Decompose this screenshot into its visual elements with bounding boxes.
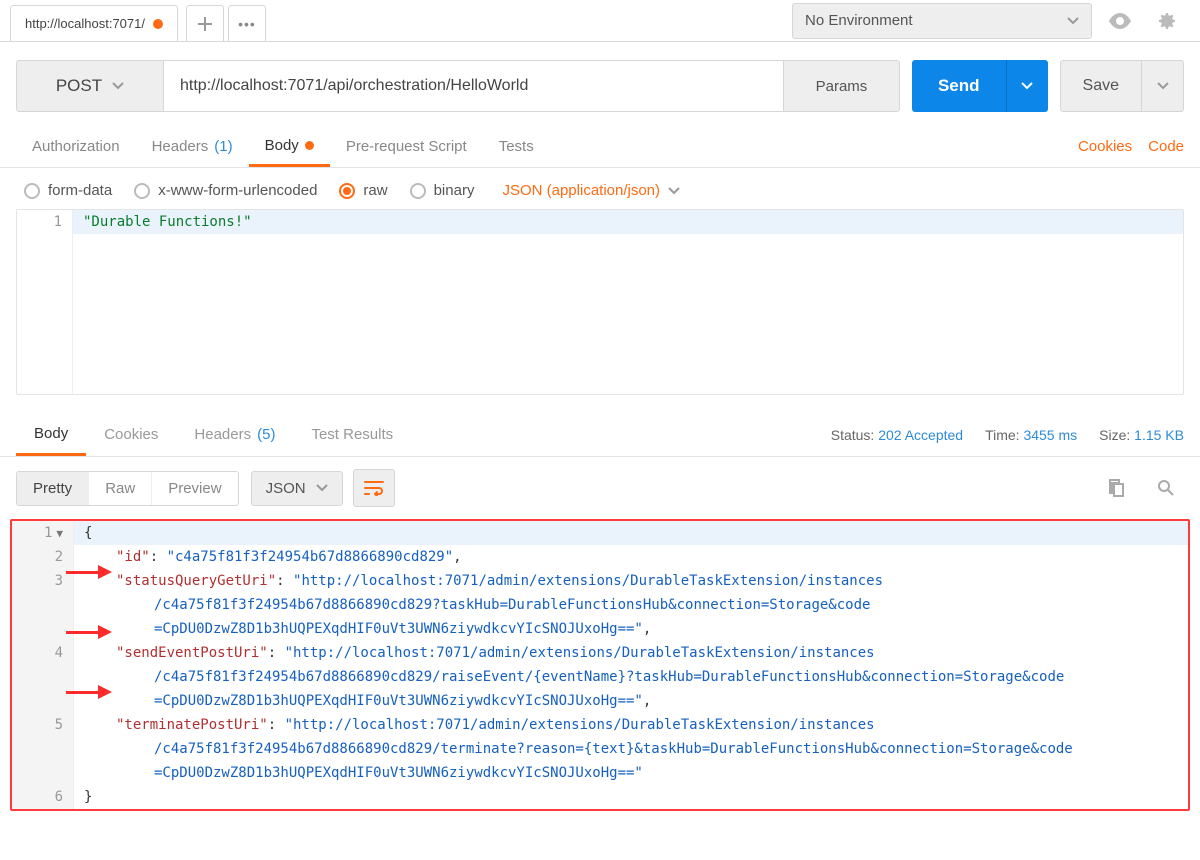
radio-raw[interactable]: raw [339,182,387,199]
response-body-highlighted: 1▼ { 2 "id": "c4a75f81f3f24954b67d886689… [10,519,1190,811]
environment-label: No Environment [805,12,913,29]
copy-response-button[interactable] [1098,470,1134,506]
save-dropdown[interactable] [1142,60,1184,112]
request-tab[interactable]: http://localhost:7071/ [10,5,178,41]
radio-urlencoded[interactable]: x-www-form-urlencoded [134,182,317,199]
response-tab-cookies[interactable]: Cookies [86,413,176,456]
tab-title: http://localhost:7071/ [25,16,145,31]
annotation-arrow-icon [66,625,112,639]
tab-more-button[interactable]: ••• [228,5,266,41]
tab-headers[interactable]: Headers (1) [136,126,249,167]
content-type-select[interactable]: JSON (application/json) [502,182,680,199]
view-raw[interactable]: Raw [89,472,152,505]
tab-prerequest[interactable]: Pre-request Script [330,126,483,167]
annotation-arrow-icon [66,565,112,579]
radio-binary[interactable]: binary [410,182,475,199]
settings-button[interactable] [1148,3,1184,39]
url-value: http://localhost:7071/api/orchestration/… [180,77,528,95]
url-input[interactable]: http://localhost:7071/api/orchestration/… [164,60,784,112]
response-tab-body[interactable]: Body [16,413,86,456]
environment-select[interactable]: No Environment [792,3,1092,39]
send-button[interactable]: Send [912,60,1006,112]
line-number: 1 [17,210,73,234]
response-body-editor[interactable]: 1▼ { 2 "id": "c4a75f81f3f24954b67d886689… [12,521,1188,809]
chevron-down-icon [668,187,680,195]
request-body-editor[interactable]: 1 "Durable Functions!" [16,209,1184,395]
code-link[interactable]: Code [1148,138,1184,155]
view-pretty[interactable]: Pretty [17,472,89,505]
dirty-indicator-icon [153,19,163,29]
chevron-down-icon [1021,82,1033,90]
annotation-arrow-icon [66,685,112,699]
search-response-button[interactable] [1148,470,1184,506]
chevron-down-icon [1157,82,1169,90]
search-icon [1157,479,1175,497]
plus-icon [198,17,212,31]
tab-tests[interactable]: Tests [483,126,550,167]
tab-authorization[interactable]: Authorization [16,126,136,167]
toggle-wrap-button[interactable] [353,469,395,507]
ellipsis-icon: ••• [238,16,256,32]
response-tab-tests[interactable]: Test Results [293,413,411,456]
response-tab-headers[interactable]: Headers (5) [176,413,293,456]
params-button[interactable]: Params [784,60,900,112]
chevron-down-icon [1067,17,1079,25]
wrap-icon [364,480,384,496]
request-body-line: "Durable Functions!" [83,214,252,230]
format-select[interactable]: JSON [251,471,343,506]
tab-body[interactable]: Body [249,126,330,167]
view-preview[interactable]: Preview [152,472,237,505]
time-readout: Time: 3455 ms [985,427,1077,443]
copy-icon [1107,479,1125,497]
send-dropdown[interactable] [1006,60,1048,112]
save-button[interactable]: Save [1060,60,1142,112]
chevron-down-icon [316,484,328,492]
http-method-select[interactable]: POST [16,60,164,112]
size-readout: Size: 1.15 KB [1099,427,1184,443]
chevron-down-icon [112,82,124,90]
eye-icon [1108,13,1132,29]
gear-icon [1156,11,1176,31]
new-tab-button[interactable] [186,5,224,41]
http-method-value: POST [56,76,102,96]
status-readout: Status: 202 Accepted [831,427,963,443]
view-mode-segmented: Pretty Raw Preview [16,471,239,506]
cookies-link[interactable]: Cookies [1078,138,1132,155]
radio-form-data[interactable]: form-data [24,182,112,199]
preview-env-button[interactable] [1102,3,1138,39]
body-indicator-icon [305,141,314,150]
